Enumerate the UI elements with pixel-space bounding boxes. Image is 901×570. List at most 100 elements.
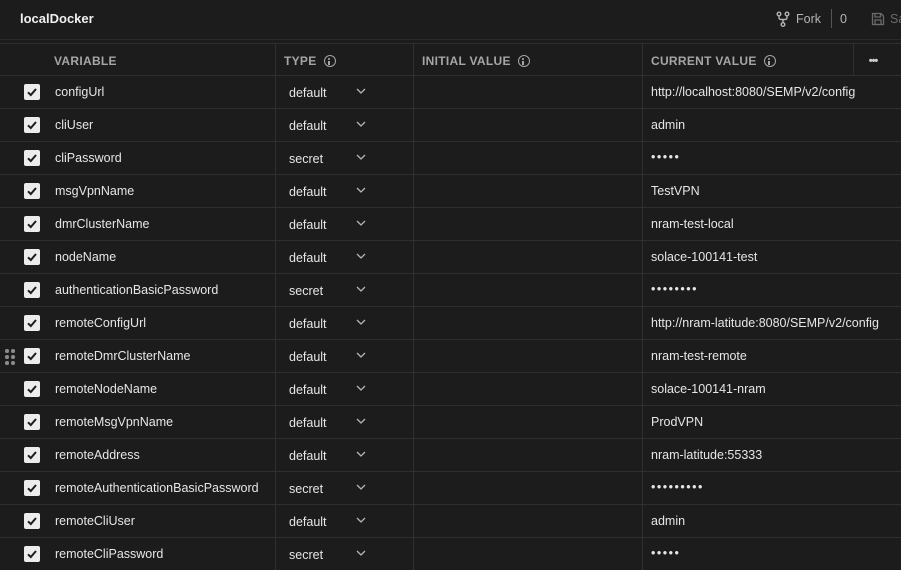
initial-value-field[interactable] [414, 208, 642, 240]
chevron-down-icon[interactable] [356, 450, 366, 458]
type-select[interactable]: secret [289, 284, 323, 298]
environment-title[interactable]: localDocker [20, 11, 94, 26]
type-select[interactable]: secret [289, 152, 323, 166]
current-value-field[interactable]: http://nram-latitude:8080/SEMP/v2/config [651, 316, 879, 330]
chevron-down-icon[interactable] [356, 252, 366, 260]
chevron-down-icon[interactable] [356, 516, 366, 524]
row-enabled-checkbox[interactable] [24, 414, 40, 430]
row-enabled-checkbox[interactable] [24, 183, 40, 199]
initial-value-field[interactable] [414, 274, 642, 306]
chevron-down-icon[interactable] [356, 483, 366, 491]
variable-name[interactable]: remoteNodeName [55, 382, 157, 396]
chevron-down-icon[interactable] [356, 384, 366, 392]
type-select[interactable]: default [289, 416, 327, 430]
chevron-down-icon[interactable] [356, 219, 366, 227]
row-enabled-checkbox[interactable] [24, 216, 40, 232]
row-enabled-checkbox[interactable] [24, 546, 40, 562]
current-value-field[interactable]: http://localhost:8080/SEMP/v2/config [651, 85, 855, 99]
current-value-field[interactable]: admin [651, 514, 685, 528]
current-value-field[interactable]: ••••• [651, 150, 680, 164]
row-enabled-checkbox[interactable] [24, 117, 40, 133]
table-row[interactable]: remoteAddress default nram-latitude:55333 [0, 439, 901, 472]
initial-value-field[interactable] [414, 439, 642, 471]
table-row[interactable]: msgVpnName default TestVPN [0, 175, 901, 208]
variable-name[interactable]: remoteDmrClusterName [55, 349, 190, 363]
info-icon[interactable] [763, 55, 776, 67]
initial-value-field[interactable] [414, 406, 642, 438]
type-select[interactable]: default [289, 383, 327, 397]
current-value-field[interactable]: nram-latitude:55333 [651, 448, 762, 462]
initial-value-field[interactable] [414, 142, 642, 174]
chevron-down-icon[interactable] [356, 318, 366, 326]
table-row[interactable]: dmrClusterName default nram-test-local [0, 208, 901, 241]
chevron-down-icon[interactable] [356, 549, 366, 557]
variable-name[interactable]: remoteConfigUrl [55, 316, 146, 330]
type-select[interactable]: default [289, 317, 327, 331]
chevron-down-icon[interactable] [356, 153, 366, 161]
initial-value-field[interactable] [414, 505, 642, 537]
info-icon[interactable] [517, 55, 530, 67]
table-row[interactable]: remoteConfigUrl default http://nram-latit… [0, 307, 901, 340]
current-value-field[interactable]: ••••• [651, 546, 680, 560]
type-select[interactable]: secret [289, 482, 323, 496]
variable-name[interactable]: remoteMsgVpnName [55, 415, 173, 429]
current-value-field[interactable]: ProdVPN [651, 415, 703, 429]
fork-button[interactable]: Fork [776, 8, 821, 30]
current-value-field[interactable]: solace-100141-nram [651, 382, 766, 396]
current-value-field[interactable]: ••••••••• [651, 480, 704, 494]
variable-name[interactable]: remoteCliPassword [55, 547, 163, 561]
variable-name[interactable]: cliUser [55, 118, 93, 132]
variable-name[interactable]: remoteAuthenticationBasicPassword [55, 481, 259, 495]
type-select[interactable]: secret [289, 548, 323, 562]
variable-name[interactable]: dmrClusterName [55, 217, 149, 231]
initial-value-field[interactable] [414, 175, 642, 207]
row-enabled-checkbox[interactable] [24, 249, 40, 265]
current-value-field[interactable]: nram-test-local [651, 217, 734, 231]
variable-name[interactable]: remoteAddress [55, 448, 140, 462]
chevron-down-icon[interactable] [356, 186, 366, 194]
current-value-field[interactable]: TestVPN [651, 184, 700, 198]
variable-name[interactable]: configUrl [55, 85, 104, 99]
table-row[interactable]: remoteAuthenticationBasicPassword secret … [0, 472, 901, 505]
more-options-button[interactable]: ••• [853, 44, 893, 77]
chevron-down-icon[interactable] [356, 351, 366, 359]
current-value-field[interactable]: solace-100141-test [651, 250, 757, 264]
save-button[interactable]: Sa [871, 8, 901, 30]
row-enabled-checkbox[interactable] [24, 480, 40, 496]
chevron-down-icon[interactable] [356, 87, 366, 95]
row-enabled-checkbox[interactable] [24, 150, 40, 166]
type-select[interactable]: default [289, 251, 327, 265]
table-row[interactable]: remoteDmrClusterName default nram-test-re… [0, 340, 901, 373]
variable-name[interactable]: cliPassword [55, 151, 122, 165]
initial-value-field[interactable] [414, 538, 642, 570]
type-select[interactable]: default [289, 185, 327, 199]
initial-value-field[interactable] [414, 373, 642, 405]
table-row[interactable]: configUrl default http://localhost:8080/S… [0, 76, 901, 109]
type-select[interactable]: default [289, 86, 327, 100]
table-row[interactable]: nodeName default solace-100141-test [0, 241, 901, 274]
row-enabled-checkbox[interactable] [24, 381, 40, 397]
type-select[interactable]: default [289, 350, 327, 364]
initial-value-field[interactable] [414, 472, 642, 504]
table-row[interactable]: remoteCliPassword secret ••••• [0, 538, 901, 570]
chevron-down-icon[interactable] [356, 417, 366, 425]
row-enabled-checkbox[interactable] [24, 282, 40, 298]
current-value-field[interactable]: •••••••• [651, 282, 698, 296]
initial-value-field[interactable] [414, 340, 642, 372]
type-select[interactable]: default [289, 515, 327, 529]
info-icon[interactable] [323, 55, 336, 67]
initial-value-field[interactable] [414, 76, 642, 108]
type-select[interactable]: default [289, 218, 327, 232]
table-row[interactable]: cliUser default admin [0, 109, 901, 142]
type-select[interactable]: default [289, 449, 327, 463]
table-row[interactable]: authenticationBasicPassword secret ••••••… [0, 274, 901, 307]
variable-name[interactable]: remoteCliUser [55, 514, 135, 528]
table-row[interactable]: remoteNodeName default solace-100141-nram [0, 373, 901, 406]
variable-name[interactable]: authenticationBasicPassword [55, 283, 218, 297]
drag-handle-icon[interactable] [5, 349, 17, 365]
initial-value-field[interactable] [414, 241, 642, 273]
chevron-down-icon[interactable] [356, 120, 366, 128]
type-select[interactable]: default [289, 119, 327, 133]
initial-value-field[interactable] [414, 307, 642, 339]
variable-name[interactable]: nodeName [55, 250, 116, 264]
